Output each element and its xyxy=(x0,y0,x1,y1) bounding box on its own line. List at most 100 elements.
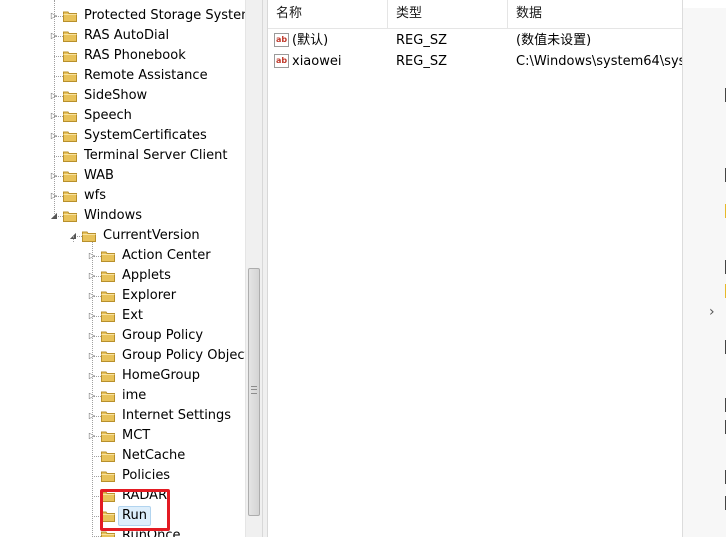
folder-icon xyxy=(63,110,77,122)
strip-top xyxy=(683,0,726,8)
tree-item-netcache[interactable]: NetCache xyxy=(0,446,245,466)
tree-item-label[interactable]: Explorer xyxy=(122,286,176,306)
tree-item-label[interactable]: Protected Storage System P xyxy=(84,6,262,26)
adjacent-window-strip: › xyxy=(682,0,726,537)
folder-icon xyxy=(63,50,77,62)
tree-connector xyxy=(54,56,63,57)
folder-icon xyxy=(63,150,77,162)
folder-icon xyxy=(101,430,115,442)
folder-icon xyxy=(101,470,115,482)
folder-icon xyxy=(63,210,77,222)
tree-item-protected-storage-system-p[interactable]: ▷ Protected Storage System P xyxy=(0,6,262,26)
tree-item-action-center[interactable]: ▷ Action Center xyxy=(0,246,245,266)
value-data: C:\Windows\system64\system xyxy=(516,54,682,69)
tree-item-currentversion[interactable]: ◢ CurrentVersion xyxy=(0,226,245,246)
folder-icon xyxy=(101,410,115,422)
folder-icon xyxy=(63,130,77,142)
tree-item-label[interactable]: ime xyxy=(122,386,146,406)
tree-item-ime[interactable]: ▷ ime xyxy=(0,386,245,406)
tree-item-label[interactable]: Internet Settings xyxy=(122,406,231,426)
values-column-header: 名称 类型 数据 xyxy=(268,0,682,29)
folder-icon xyxy=(63,10,77,22)
tree-item-label[interactable]: Group Policy xyxy=(122,326,203,346)
tree-item-speech[interactable]: ▷ Speech xyxy=(0,106,245,126)
folder-icon xyxy=(101,270,115,282)
folder-icon xyxy=(101,450,115,462)
scrollbar-grip-icon xyxy=(251,386,257,394)
tree-connector xyxy=(92,456,101,457)
folder-icon xyxy=(101,290,115,302)
tree-item-ras-autodial[interactable]: ▷ RAS AutoDial xyxy=(0,26,245,46)
tree-item-label[interactable]: Windows xyxy=(84,206,142,226)
value-type: REG_SZ xyxy=(396,33,447,48)
tree-item-group-policy-objects[interactable]: ▷ Group Policy Objects xyxy=(0,346,256,366)
tree-item-label[interactable]: RAS AutoDial xyxy=(84,26,169,46)
folder-icon xyxy=(63,30,77,42)
tree-rows: ▷ Protected Storage System P ▷ RAS AutoDial… xyxy=(0,0,262,537)
tree-item-label[interactable]: MCT xyxy=(122,426,150,446)
tree-guide-line xyxy=(73,236,74,242)
value-name: (默认) xyxy=(292,33,329,48)
tree-item-explorer[interactable]: ▷ Explorer xyxy=(0,286,245,306)
tree-item-label[interactable]: Applets xyxy=(122,266,171,286)
folder-icon xyxy=(101,310,115,322)
tree-item-wfs[interactable]: ▷ wfs xyxy=(0,186,245,206)
tree-item-remote-assistance[interactable]: Remote Assistance xyxy=(0,66,245,86)
column-header-type[interactable]: 类型 xyxy=(388,0,508,28)
tree-item-group-policy[interactable]: ▷ Group Policy xyxy=(0,326,245,346)
column-header-name[interactable]: 名称 xyxy=(268,0,388,28)
registry-tree-pane[interactable]: ▷ Protected Storage System P ▷ RAS AutoDial… xyxy=(0,0,262,537)
tree-item-label[interactable]: HomeGroup xyxy=(122,366,200,386)
folder-icon xyxy=(101,330,115,342)
column-header-data[interactable]: 数据 xyxy=(508,0,682,28)
tree-item-ras-phonebook[interactable]: RAS Phonebook xyxy=(0,46,245,66)
folder-icon xyxy=(101,250,115,262)
tree-item-applets[interactable]: ▷ Applets xyxy=(0,266,245,286)
tree-item-label[interactable]: Remote Assistance xyxy=(84,66,208,86)
tree-item-wab[interactable]: ▷ WAB xyxy=(0,166,245,186)
tree-item-windows[interactable]: ◢ Windows xyxy=(0,206,245,226)
tree-connector xyxy=(54,156,63,157)
tree-item-label[interactable]: RAS Phonebook xyxy=(84,46,186,66)
tree-item-label[interactable]: Action Center xyxy=(122,246,211,266)
tree-connector xyxy=(54,76,63,77)
tree-item-homegroup[interactable]: ▷ HomeGroup xyxy=(0,366,245,386)
tree-item-label[interactable]: Ext xyxy=(122,306,143,326)
tree-item-label[interactable]: wfs xyxy=(84,186,106,206)
folder-icon xyxy=(63,170,77,182)
tree-item-label[interactable]: Speech xyxy=(84,106,132,126)
tree-item-label[interactable]: SystemCertificates xyxy=(84,126,207,146)
tree-item-ext[interactable]: ▷ Ext xyxy=(0,306,245,326)
folder-icon xyxy=(63,190,77,202)
tree-item-internet-settings[interactable]: ▷ Internet Settings xyxy=(0,406,245,426)
chevron-right-icon[interactable]: › xyxy=(709,304,715,320)
tree-item-mct[interactable]: ▷ MCT xyxy=(0,426,245,446)
tree-scrollbar-thumb[interactable] xyxy=(248,268,260,516)
tree-item-label[interactable]: Terminal Server Client xyxy=(84,146,227,166)
folder-icon xyxy=(101,390,115,402)
ab-string-icon: ab xyxy=(274,54,289,68)
tree-item-sideshow[interactable]: ▷ SideShow xyxy=(0,86,245,106)
run-key-highlight xyxy=(100,489,170,531)
tree-guide-line xyxy=(92,242,93,537)
tree-item-label[interactable]: CurrentVersion xyxy=(103,226,200,246)
registry-values-pane[interactable]: 名称 类型 数据 ab (默认) REG_SZ (数值未设置) ab xiaow… xyxy=(268,0,682,537)
tree-vertical-scrollbar[interactable] xyxy=(245,0,262,537)
tree-item-label[interactable]: NetCache xyxy=(122,446,185,466)
folder-icon xyxy=(82,230,96,242)
tree-item-label[interactable]: WAB xyxy=(84,166,114,186)
tree-item-terminal-server-client[interactable]: Terminal Server Client xyxy=(0,146,245,166)
value-row[interactable]: ab xiaowei REG_SZ C:\Windows\system64\sy… xyxy=(268,51,682,72)
value-row[interactable]: ab (默认) REG_SZ (数值未设置) xyxy=(268,30,682,51)
registry-editor-window: ▷ Protected Storage System P ▷ RAS AutoDial… xyxy=(0,0,726,537)
folder-icon xyxy=(101,530,115,537)
tree-connector xyxy=(92,476,101,477)
tree-item-systemcertificates[interactable]: ▷ SystemCertificates xyxy=(0,126,245,146)
tree-item-label[interactable]: SideShow xyxy=(84,86,147,106)
tree-item-label[interactable]: Group Policy Objects xyxy=(122,346,256,366)
folder-icon xyxy=(101,370,115,382)
ab-string-icon: ab xyxy=(274,33,289,47)
value-data: (数值未设置) xyxy=(516,33,592,48)
tree-item-label[interactable]: Policies xyxy=(122,466,170,486)
tree-item-policies[interactable]: Policies xyxy=(0,466,245,486)
